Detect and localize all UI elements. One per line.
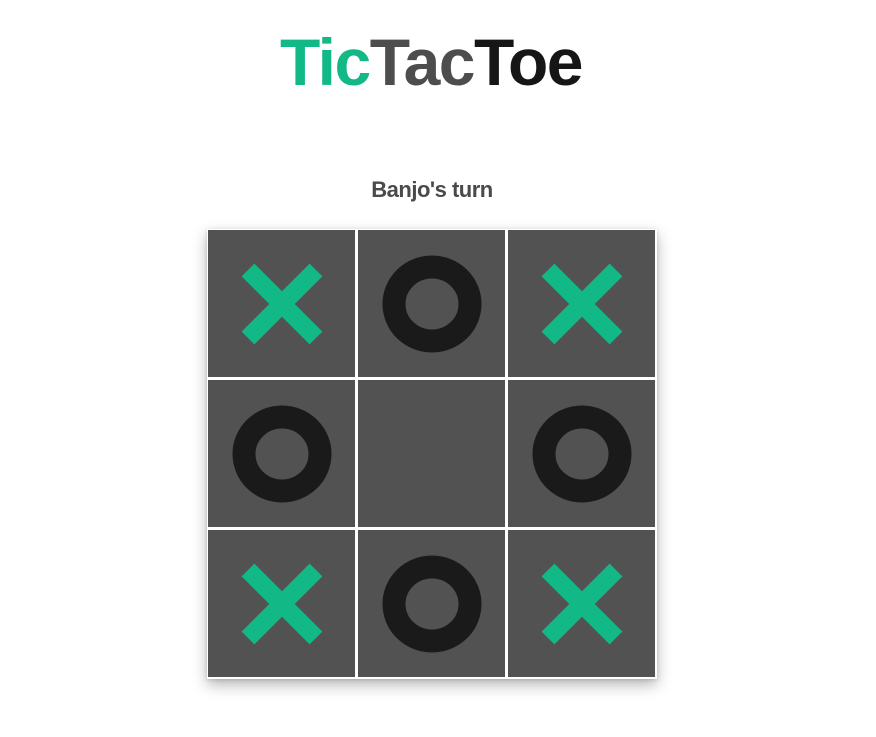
x-mark-icon	[541, 563, 622, 644]
board-cell-r1-c1[interactable]	[208, 230, 355, 377]
board-cell-r1-c3[interactable]	[508, 230, 655, 377]
board-cell-r3-c1[interactable]	[208, 530, 355, 677]
game-page: TicTacToe Banjo's turn	[0, 0, 876, 737]
board-cell-r2-c2[interactable]	[358, 380, 505, 527]
o-mark-icon	[532, 405, 631, 502]
board-cell-r1-c2[interactable]	[358, 230, 505, 377]
x-mark-icon	[241, 563, 322, 644]
title-tac: Tac	[369, 25, 476, 99]
board-cell-r3-c3[interactable]	[508, 530, 655, 677]
game-board	[207, 229, 657, 679]
x-mark-icon	[241, 263, 322, 344]
o-mark-icon	[382, 555, 481, 652]
o-mark-icon	[232, 405, 331, 502]
x-mark-icon	[541, 263, 622, 344]
board-cell-r2-c3[interactable]	[508, 380, 655, 527]
game-title: TicTacToe	[0, 24, 862, 100]
o-mark-icon	[382, 255, 481, 352]
title-toe: Toe	[474, 25, 583, 99]
title-tic: Tic	[280, 25, 371, 99]
turn-status: Banjo's turn	[371, 177, 493, 202]
board-cell-r3-c2[interactable]	[358, 530, 505, 677]
board-cell-r2-c1[interactable]	[208, 380, 355, 527]
